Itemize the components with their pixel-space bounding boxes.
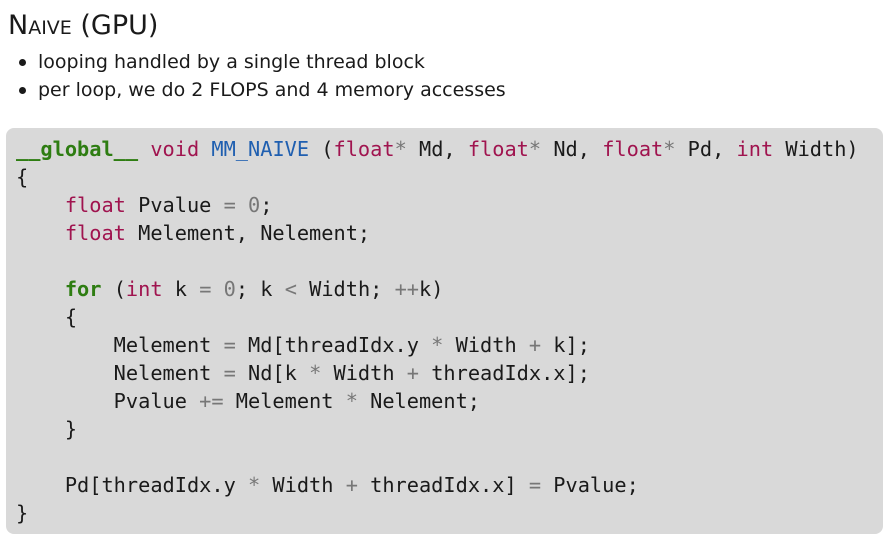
code-line: { — [16, 165, 29, 189]
code-line: for (int k = 0; k < Width; ++k) — [64, 277, 444, 301]
code-line: __global__ void MM_NAIVE (float* Md, flo… — [16, 137, 859, 161]
code-line: Pd[threadIdx.y * Width + threadIdx.x] = … — [16, 473, 639, 497]
code-line: Pvalue += Melement * Nelement; — [16, 389, 481, 413]
code-text: __global__ void MM_NAIVE (float* Md, flo… — [16, 135, 859, 527]
bullet-list: looping handled by a single thread block… — [8, 48, 506, 104]
code-line: { — [16, 305, 78, 329]
title-word: Naive — [8, 10, 72, 41]
bullet-text: looping handled by a single thread block — [38, 51, 425, 73]
slide-title: Naive (GPU) — [8, 10, 158, 41]
bullet-item: looping handled by a single thread block — [8, 48, 506, 76]
bullet-dot-icon — [19, 59, 26, 66]
code-line: float Pvalue = 0; — [64, 193, 273, 217]
code-line: } — [16, 501, 29, 525]
bullet-text: per loop, we do 2 FLOPS and 4 memory acc… — [38, 79, 506, 101]
code-line: Melement = Md[threadIdx.y * Width + k]; — [16, 333, 590, 357]
code-line: float Melement, Nelement; — [64, 221, 371, 245]
code-line: Nelement = Nd[k * Width + threadIdx.x]; — [16, 361, 590, 385]
code-block: __global__ void MM_NAIVE (float* Md, flo… — [6, 128, 883, 534]
code-line: } — [16, 417, 78, 441]
bullet-dot-icon — [19, 87, 26, 94]
title-suffix: (GPU) — [71, 10, 159, 41]
bullet-item: per loop, we do 2 FLOPS and 4 memory acc… — [8, 76, 506, 104]
